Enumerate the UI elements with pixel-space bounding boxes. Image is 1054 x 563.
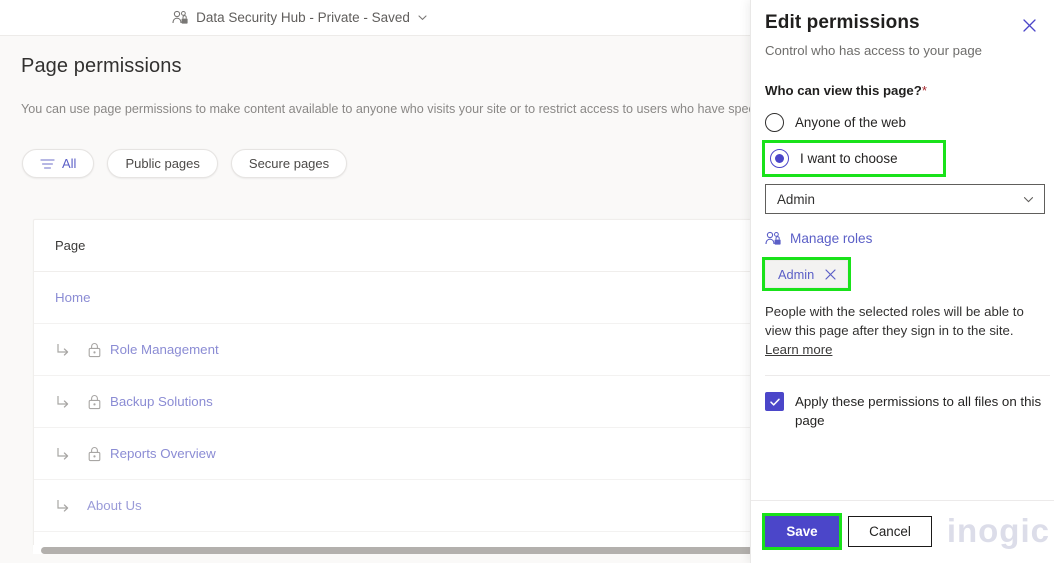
pages-table: Page Home Role Management Backup Solutio…: [33, 219, 793, 552]
subpage-arrow-icon: [55, 446, 87, 462]
filter-pill-row: All Public pages Secure pages: [22, 149, 348, 178]
role-tag-label: Admin: [778, 266, 815, 282]
role-tag-admin[interactable]: Admin: [765, 260, 849, 288]
panel-title: Edit permissions: [765, 12, 920, 33]
edit-permissions-panel: Edit permissions Control who has access …: [750, 0, 1054, 563]
people-lock-icon: [172, 10, 189, 25]
subpage-arrow-icon: [55, 498, 87, 514]
people-lock-icon: [765, 231, 782, 246]
checkbox-checked: [765, 392, 784, 411]
filter-pill-public-pages[interactable]: Public pages: [107, 149, 218, 178]
page-link-about-us[interactable]: About Us: [87, 498, 142, 513]
filter-pill-all-label: All: [62, 156, 77, 171]
site-title: Data Security Hub - Private - Saved: [196, 10, 410, 25]
role-select-dropdown[interactable]: Admin: [765, 184, 1045, 214]
save-button[interactable]: Save: [765, 516, 839, 547]
screen-root: Data Security Hub - Private - Saved Page…: [0, 0, 1054, 563]
table-row[interactable]: About Us: [34, 480, 792, 532]
radio-icon-selected: [770, 149, 789, 168]
question-text: Who can view this page?: [765, 83, 922, 98]
cancel-button[interactable]: Cancel: [848, 516, 932, 547]
learn-more-link[interactable]: Learn more: [765, 342, 832, 357]
table-header-row: Page: [34, 220, 792, 272]
close-icon[interactable]: [824, 268, 837, 281]
radio-icon-unselected: [765, 113, 784, 132]
page-link-role-management[interactable]: Role Management: [110, 342, 219, 357]
panel-header: Edit permissions Control who has access …: [765, 12, 1044, 58]
filter-icon: [40, 158, 55, 170]
chevron-down-icon: [1022, 193, 1035, 206]
radio-i-want-to-choose[interactable]: I want to choose: [770, 148, 937, 169]
close-icon: [1022, 18, 1037, 33]
question-label: Who can view this page?*: [765, 83, 1042, 98]
page-body: Page permissions You can use page permis…: [0, 36, 793, 563]
page-link-home[interactable]: Home: [55, 290, 90, 305]
manage-roles-label: Manage roles: [790, 231, 873, 246]
radio-i-want-to-choose-highlight: I want to choose: [762, 140, 946, 177]
panel-footer: Save Cancel inogic: [751, 500, 1054, 563]
section-divider: [765, 375, 1050, 376]
radio-dot: [775, 154, 784, 163]
subpage-arrow-icon: [55, 394, 87, 410]
site-topbar: Data Security Hub - Private - Saved: [0, 0, 756, 36]
lock-icon: [87, 342, 110, 358]
helper-text: People with the selected roles will be a…: [765, 302, 1050, 359]
page-link-reports-overview[interactable]: Reports Overview: [110, 446, 216, 461]
radio-anyone-of-the-web[interactable]: Anyone of the web: [765, 112, 1042, 133]
manage-roles-link[interactable]: Manage roles: [765, 231, 1042, 246]
helper-text-body: People with the selected roles will be a…: [765, 304, 1024, 338]
filter-pill-secure-pages-label: Secure pages: [248, 156, 330, 171]
filter-pill-public-pages-label: Public pages: [125, 156, 200, 171]
radio-anyone-of-the-web-label: Anyone of the web: [795, 115, 906, 130]
table-row[interactable]: Backup Solutions: [34, 376, 792, 428]
subpage-arrow-icon: [55, 342, 87, 358]
radio-i-want-to-choose-label: I want to choose: [800, 151, 898, 166]
lock-icon: [87, 446, 110, 462]
apply-permissions-label: Apply these permissions to all files on …: [795, 394, 1042, 428]
panel-body: Who can view this page?* Anyone of the w…: [761, 83, 1050, 430]
apply-permissions-checkbox[interactable]: Apply these permissions to all files on …: [765, 392, 1042, 430]
page-description: You can use page permissions to make con…: [21, 102, 758, 116]
table-row[interactable]: Reports Overview: [34, 428, 792, 480]
column-header-page: Page: [55, 238, 86, 253]
page-title: Page permissions: [21, 55, 182, 77]
table-row[interactable]: Role Management: [34, 324, 792, 376]
close-button[interactable]: [1016, 12, 1042, 38]
filter-pill-secure-pages[interactable]: Secure pages: [230, 149, 348, 178]
save-button-highlight: Save: [762, 513, 842, 550]
lock-icon: [87, 394, 110, 410]
chevron-down-icon[interactable]: [417, 12, 428, 23]
table-row[interactable]: Home: [34, 272, 792, 324]
role-select-value: Admin: [777, 191, 815, 207]
horizontal-scrollbar-thumb[interactable]: [41, 547, 783, 554]
filter-pill-all[interactable]: All: [22, 149, 95, 178]
role-tag-highlight: Admin: [761, 257, 852, 291]
panel-subtitle: Control who has access to your page: [765, 43, 982, 58]
inogic-watermark: inogic: [946, 512, 1050, 549]
page-link-backup-solutions[interactable]: Backup Solutions: [110, 394, 213, 409]
app-background: Data Security Hub - Private - Saved Page…: [0, 0, 793, 563]
required-marker: *: [921, 83, 927, 98]
